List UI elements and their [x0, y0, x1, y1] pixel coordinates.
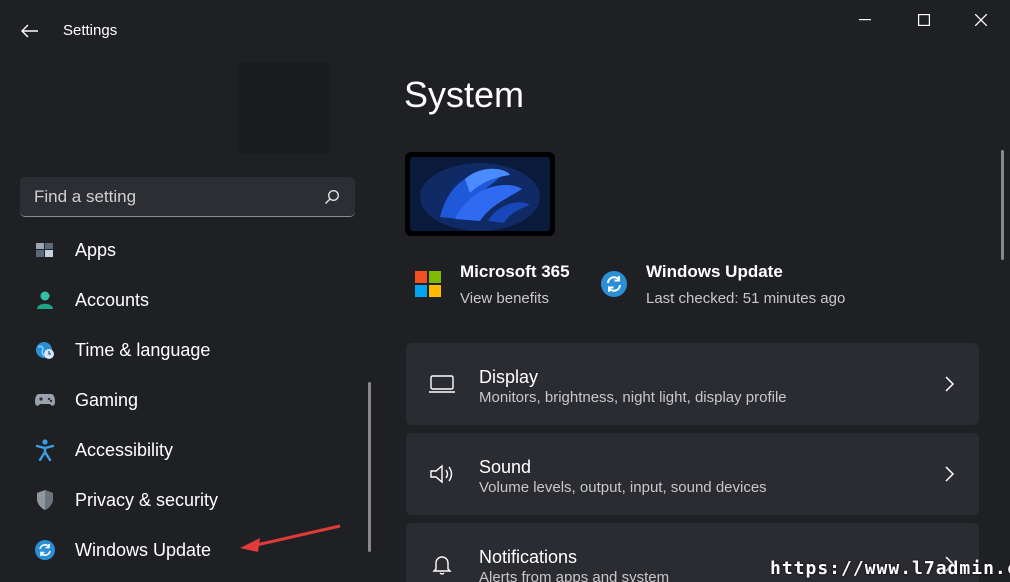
sidebar-item-privacy-security[interactable]: Privacy & security: [24, 480, 354, 520]
watermark-text: https://www.l7admin.cc: [770, 558, 1010, 579]
card-title: Notifications: [479, 547, 578, 567]
sidebar-item-time-language[interactable]: Time & language: [24, 330, 354, 370]
card-subtitle: Volume levels, output, input, sound devi…: [479, 479, 767, 496]
apps-icon: [34, 239, 56, 261]
close-button[interactable]: [961, 8, 1001, 32]
card-display[interactable]: Display Monitors, brightness, night ligh…: [406, 343, 979, 425]
windows-update-icon: [601, 271, 627, 297]
close-icon: [975, 14, 987, 26]
quick-title: Windows Update: [646, 262, 783, 281]
back-button[interactable]: [14, 18, 46, 44]
settings-window: Settings Find a setting Apps Accounts Ti…: [0, 0, 1010, 582]
card-title: Display: [479, 367, 539, 387]
sidebar-item-label: Time & language: [75, 339, 211, 360]
card-subtitle: Alerts from apps and system: [479, 569, 670, 582]
chevron-right-icon: [945, 376, 955, 392]
minimize-button[interactable]: [845, 8, 885, 32]
windows-update-icon: [34, 539, 56, 561]
title-bar: Settings: [0, 0, 1010, 60]
sidebar-item-label: Privacy & security: [75, 489, 219, 510]
microsoft-365-tile[interactable]: Microsoft 365 View benefits: [414, 262, 584, 312]
accessibility-icon: [34, 439, 56, 461]
search-placeholder: Find a setting: [34, 186, 137, 206]
quick-title: Microsoft 365: [460, 262, 570, 281]
card-subtitle: Monitors, brightness, night light, displ…: [479, 389, 787, 406]
sidebar-item-label: Accessibility: [75, 439, 174, 460]
profile-area[interactable]: [238, 62, 330, 154]
display-icon: [429, 375, 455, 393]
sidebar-item-label: Accounts: [75, 289, 150, 310]
annotation-arrow: [240, 524, 341, 552]
sidebar-item-label: Apps: [75, 239, 117, 260]
sidebar-item-accounts[interactable]: Accounts: [24, 280, 354, 320]
app-title: Settings: [63, 22, 118, 39]
microsoft-logo-icon: [415, 271, 441, 297]
card-sound[interactable]: Sound Volume levels, output, input, soun…: [406, 433, 979, 515]
main-scrollbar[interactable]: [1001, 150, 1004, 260]
windows-update-tile[interactable]: Windows Update Last checked: 51 minutes …: [600, 262, 860, 312]
search-input[interactable]: Find a setting: [20, 177, 355, 217]
maximize-icon: [918, 14, 930, 26]
sidebar-item-label: Windows Update: [75, 539, 212, 560]
accounts-icon: [34, 289, 56, 311]
sidebar-item-gaming[interactable]: Gaming: [24, 380, 354, 420]
windows-bloom-wallpaper: [410, 157, 550, 231]
bell-icon: [432, 556, 452, 575]
page-title: System: [404, 74, 525, 115]
maximize-button[interactable]: [904, 8, 944, 32]
gaming-icon: [34, 389, 56, 411]
sidebar-scrollbar[interactable]: [368, 382, 371, 552]
shield-icon: [34, 489, 56, 511]
card-title: Sound: [479, 457, 532, 477]
device-image: [405, 152, 555, 236]
search-icon: [324, 189, 340, 205]
quick-subtitle: View benefits: [460, 290, 549, 307]
back-arrow-icon: [21, 24, 38, 38]
sidebar-item-accessibility[interactable]: Accessibility: [24, 430, 354, 470]
chevron-right-icon: [945, 466, 955, 482]
sidebar-item-label: Gaming: [75, 389, 139, 410]
minimize-icon: [859, 19, 871, 21]
sidebar-item-apps[interactable]: Apps: [24, 230, 354, 270]
speaker-icon: [430, 464, 453, 484]
time-language-icon: [34, 339, 56, 361]
quick-subtitle: Last checked: 51 minutes ago: [646, 290, 846, 307]
